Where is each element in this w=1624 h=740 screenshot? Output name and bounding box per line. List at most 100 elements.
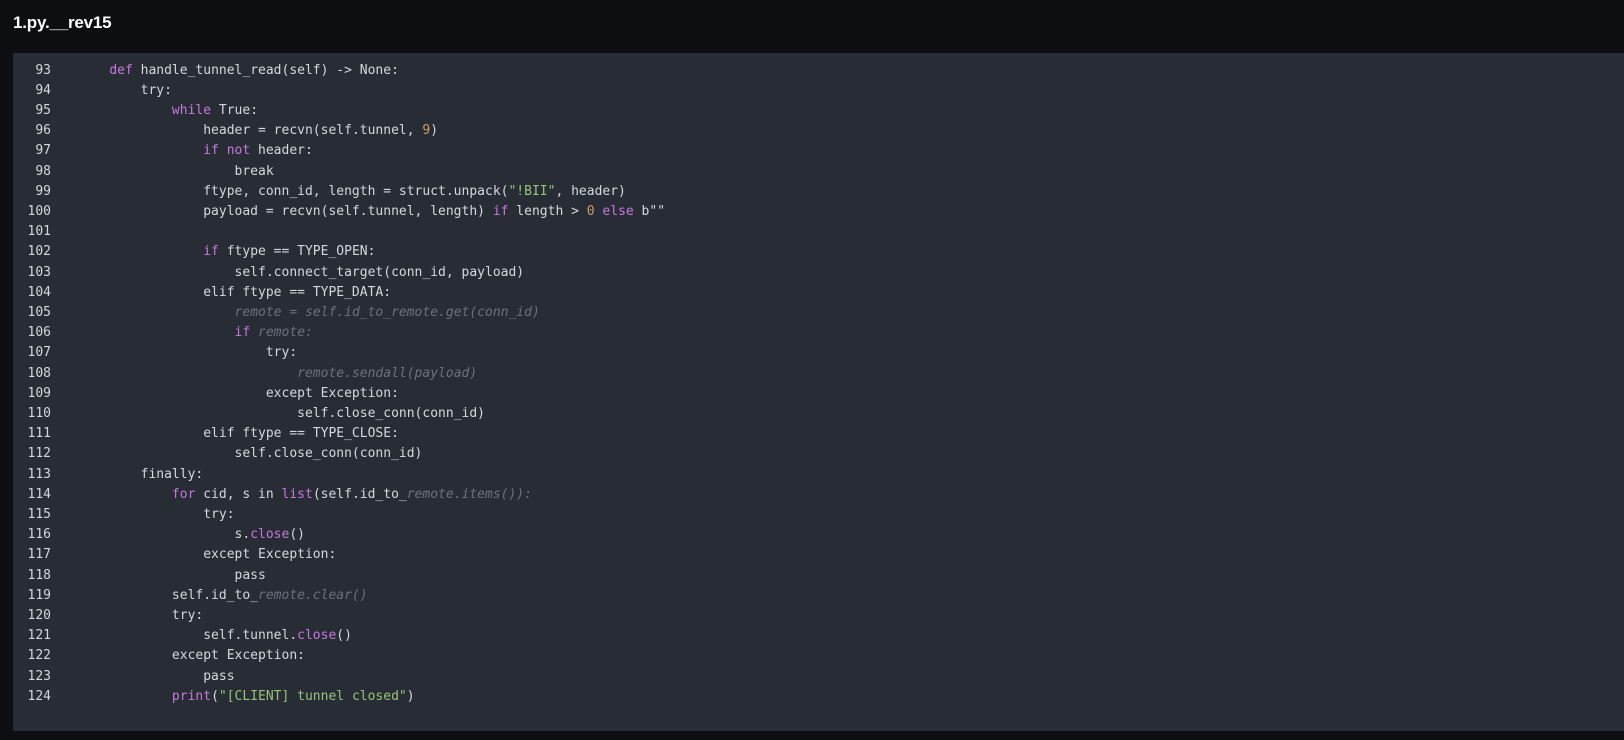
code-token: s. [78,527,251,543]
line-number: 93 [35,62,51,78]
code-line: 102 if ftype == TYPE_OPEN: [13,241,1624,262]
code-token: "[CLIENT] tunnel closed" [218,688,407,704]
code-line: 122 except Exception: [13,645,1624,666]
code-text: pass [78,565,266,586]
code-line: 94 try: [13,80,1624,101]
line-number: 113 [27,466,51,482]
code-line: 118 pass [13,565,1624,586]
code-line: 120 try: [13,605,1624,626]
code-token: remote.sendall(payload) [297,365,478,381]
code-token: if [203,143,219,159]
code-token: except Exception: [78,385,399,401]
code-token: remote.items()): [406,486,532,502]
code-token: except Exception: [78,547,337,563]
code-line: 107 try: [13,342,1624,363]
code-line: 98 break [13,161,1624,182]
code-text: if ftype == TYPE_OPEN: [78,241,375,262]
code-text: print("[CLIENT] tunnel closed") [78,686,415,707]
line-number: 110 [27,405,51,421]
code-text: except Exception: [78,645,305,666]
line-number: 123 [27,668,51,684]
code-token: handle_tunnel_read(self) -> None: [132,62,399,78]
code-line: 115 try: [13,504,1624,525]
code-editor[interactable]: 9293 def handle_tunnel_read(self) -> Non… [13,53,1624,731]
line-number: 107 [27,345,51,361]
line-number: 115 [27,506,51,522]
code-token: ) [430,123,439,139]
code-token: ftype, conn_id, length = struct.unpack( [78,183,509,199]
code-token: ftype == TYPE_OPEN: [218,244,376,260]
code-token: payload = recvn(self.tunnel, length) [78,203,493,219]
code-text: try: [78,342,297,363]
code-text: self.id_to_remote.clear() [78,585,368,606]
code-token: self.tunnel. [78,628,298,644]
code-token: () [336,628,352,644]
line-number: 104 [27,284,51,300]
line-number: 109 [27,385,51,401]
code-token: pass [78,668,235,684]
code-text: try: [78,80,172,101]
code-text: payload = recvn(self.tunnel, length) if … [78,201,665,222]
code-text: elif ftype == TYPE_CLOSE: [78,423,399,444]
code-text: self.close_conn(conn_id) [78,443,423,464]
line-number: 108 [27,365,51,381]
line-number: 114 [27,486,51,502]
code-token: self.close_conn(conn_id) [78,446,423,462]
code-token: b"" [633,203,666,219]
code-text: remote = self.id_to_remote.get(conn_id) [78,302,540,323]
line-number: 122 [27,648,51,664]
file-title: 1.py.__rev15 [13,13,112,32]
line-number: 120 [27,607,51,623]
code-line: 119 self.id_to_remote.clear() [13,585,1624,606]
line-number: 97 [35,143,51,159]
code-token: close [250,527,290,543]
code-text: finally: [78,464,204,485]
code-line: 109 except Exception: [13,383,1624,404]
line-number: 118 [27,567,51,583]
code-token: if [234,325,251,341]
code-text: self.tunnel.close() [78,625,352,646]
code-token: try: [78,506,235,522]
code-text: for cid, s in list(self.id_to_remote.ite… [78,484,532,505]
code-text: pass [78,666,235,687]
app-window: 1.py.__rev15 9293 def handle_tunnel_read… [0,0,1624,740]
code-text: remote.sendall(payload) [78,363,477,384]
code-token: finally: [78,466,204,482]
code-line: 123 pass [13,666,1624,687]
line-number: 95 [35,102,51,118]
code-token: except Exception: [78,648,305,664]
code-token: while [171,102,212,118]
code-token: for [171,486,196,502]
code-text: try: [78,605,203,626]
code-token: elif ftype == TYPE_DATA: [78,284,392,300]
code-line: 121 self.tunnel.close() [13,625,1624,646]
code-line: 105 remote = self.id_to_remote.get(conn_… [13,302,1624,323]
title-bar: 1.py.__rev15 [0,0,1624,52]
code-line: 111 elif ftype == TYPE_CLOSE: [13,423,1624,444]
code-token: try: [78,607,204,623]
code-line: 93 def handle_tunnel_read(self) -> None: [13,60,1624,81]
code-line: 96 header = recvn(self.tunnel, 9) [13,120,1624,141]
line-number: 119 [27,587,51,603]
line-number: 111 [27,426,51,442]
code-line: 101 [13,221,1624,242]
line-number: 94 [35,82,51,98]
code-line: 117 except Exception: [13,544,1624,565]
code-token: "!BII" [508,183,556,199]
code-token: remote.clear() [258,587,368,603]
code-token: , header) [555,183,626,199]
code-line: 104 elif ftype == TYPE_DATA: [13,282,1624,303]
code-token: header = recvn(self.tunnel, [78,123,423,139]
code-text: except Exception: [78,383,399,404]
code-text: if remote: [78,322,313,343]
code-token: print [171,688,212,704]
code-line: 106 if remote: [13,322,1624,343]
code-token: if [203,244,219,260]
line-number: 103 [27,264,51,280]
